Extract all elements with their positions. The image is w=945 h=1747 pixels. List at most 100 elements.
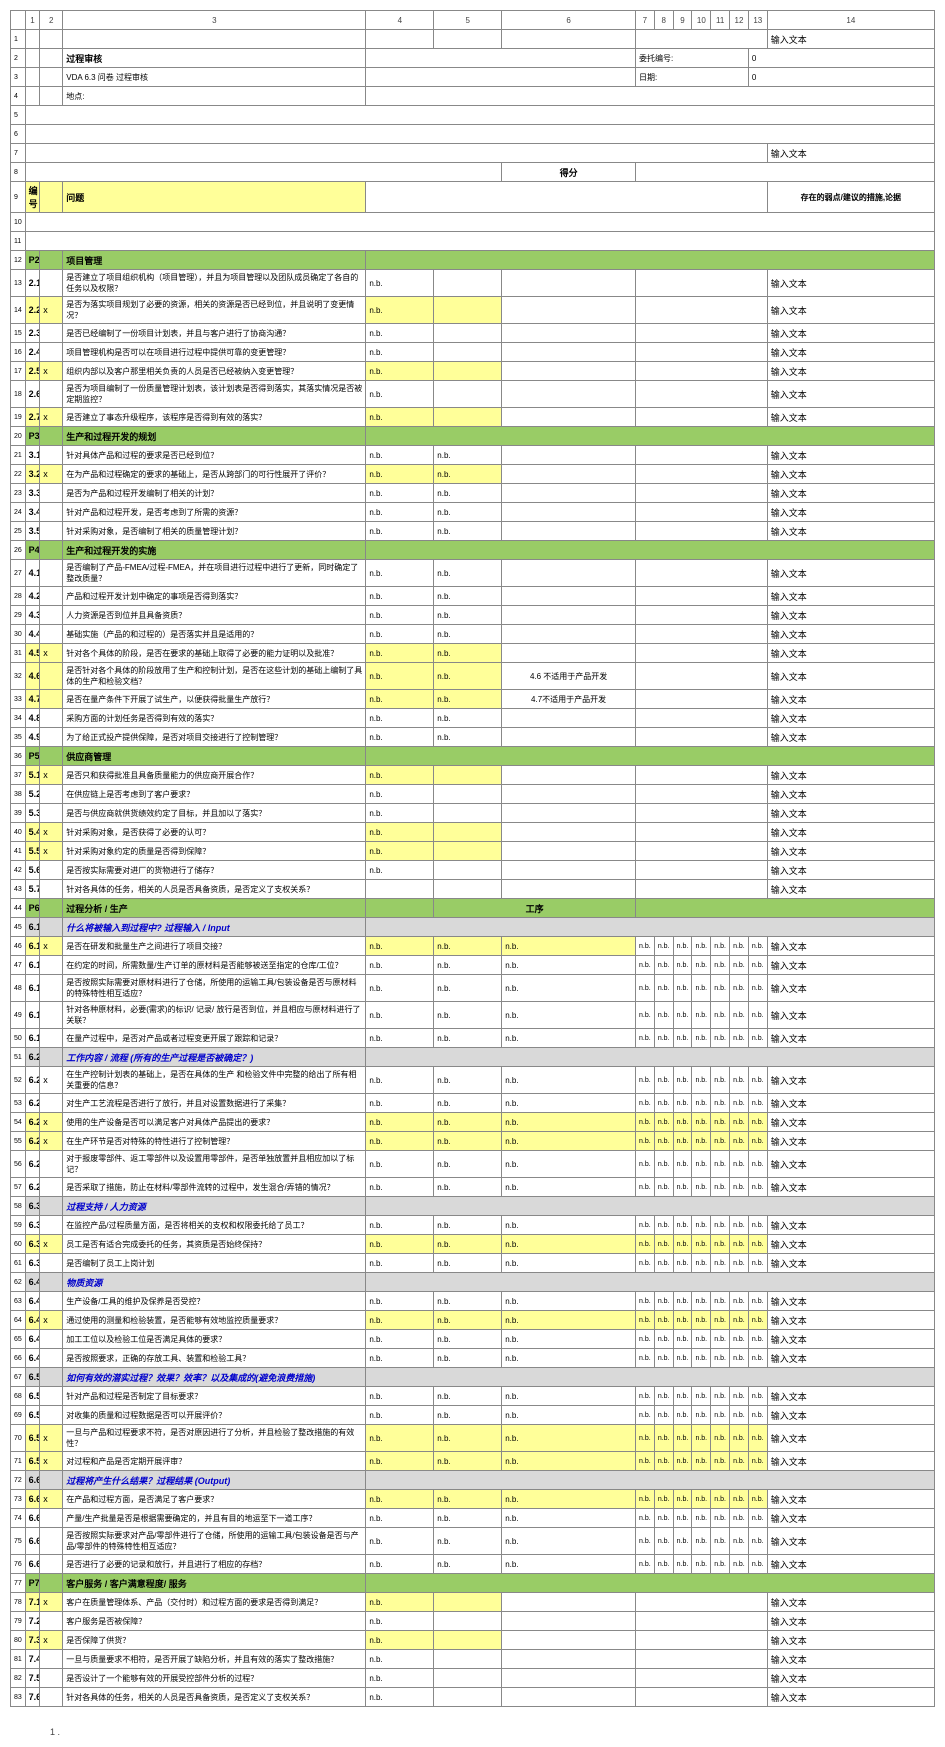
input-cell[interactable]: 输入文本 [767,144,934,163]
input-cell[interactable]: 输入文本 [767,1178,934,1197]
input-cell[interactable]: 输入文本 [767,1235,934,1254]
input-cell[interactable]: 输入文本 [767,1593,934,1612]
input-cell[interactable]: 输入文本 [767,1612,934,1631]
input-cell[interactable]: 输入文本 [767,804,934,823]
input-cell[interactable]: 输入文本 [767,937,934,956]
input-cell[interactable]: 输入文本 [767,1555,934,1574]
input-cell[interactable]: 输入文本 [767,270,934,297]
input-cell[interactable]: 输入文本 [767,1292,934,1311]
input-cell[interactable]: 输入文本 [767,1029,934,1048]
question-text: 通过使用的测量和检验装置，是否能够有效地监控质量要求？ [63,1311,366,1330]
question-code: 3.1 [25,446,40,465]
question-text: 产品和过程开发计划中确定的事项是否得到落实？ [63,587,366,606]
input-cell[interactable]: 输入文本 [767,1490,934,1509]
input-cell[interactable]: 输入文本 [767,663,934,690]
audit-table: 12345678910111213141输入文本2过程审核委托编号:03VDA … [10,10,935,1707]
question-code: 6.3.2 [25,1235,40,1254]
input-cell[interactable]: 输入文本 [767,766,934,785]
input-cell[interactable]: 输入文本 [767,1669,934,1688]
input-cell[interactable]: 输入文本 [767,880,934,899]
question-text: 在产品和过程方面，是否满足了客户要求？ [63,1490,366,1509]
question-text: 是否建立了项目组织机构（项目管理），并且为项目管理以及团队成员确定了各自的任务以… [63,270,366,297]
question-code: 4.6 [25,663,40,690]
question-text: 是否在量产条件下开展了试生产，以便获得批量生产放行？ [63,690,366,709]
input-cell[interactable]: 输入文本 [767,1688,934,1707]
input-cell[interactable]: 输入文本 [767,956,934,975]
question-code: 5.3 [25,804,40,823]
question-code: 7.5 [25,1669,40,1688]
question-text: 是否建立了事态升级程序，该程序是否得到有效的落实？ [63,408,366,427]
input-cell[interactable]: 输入文本 [767,1425,934,1452]
input-cell[interactable]: 输入文本 [767,297,934,324]
note-text: 4.7不适用于产品开发 [502,690,636,709]
question-code: 6.4.2 [25,1311,40,1330]
input-cell[interactable]: 输入文本 [767,587,934,606]
doc-subtitle: VDA 6.3 问卷 过程审核 [63,68,366,87]
question-code: 6.4.4 [25,1349,40,1368]
question-code: 7.6 [25,1688,40,1707]
subsection-title: 什么将被输入到过程中? 过程输入 / Input [63,918,366,937]
input-cell[interactable]: 输入文本 [767,381,934,408]
input-cell[interactable]: 输入文本 [767,1650,934,1669]
question-code: 2.2 [25,297,40,324]
input-cell[interactable]: 输入文本 [767,522,934,541]
input-cell[interactable]: 输入文本 [767,1311,934,1330]
input-cell[interactable]: 输入文本 [767,1349,934,1368]
input-cell[interactable]: 输入文本 [767,1452,934,1471]
question-code: 3.2 [25,465,40,484]
input-cell[interactable]: 输入文本 [767,1132,934,1151]
input-cell[interactable]: 输入文本 [767,1387,934,1406]
input-cell[interactable]: 输入文本 [767,343,934,362]
input-cell[interactable]: 输入文本 [767,324,934,343]
subsection-title: 工作内容 / 流程 (所有的生产过程是否被确定？) [63,1048,366,1067]
input-cell[interactable]: 输入文本 [767,1094,934,1113]
input-cell[interactable]: 输入文本 [767,362,934,381]
input-cell[interactable]: 输入文本 [767,1528,934,1555]
input-cell[interactable]: 输入文本 [767,1254,934,1273]
input-cell[interactable]: 输入文本 [767,503,934,522]
input-cell[interactable]: 输入文本 [767,1002,934,1029]
input-cell[interactable]: 输入文本 [767,1330,934,1349]
question-code: 6.1.2 [25,956,40,975]
question-code: 2.1 [25,270,40,297]
input-cell[interactable]: 输入文本 [767,975,934,1002]
input-cell[interactable]: 输入文本 [767,728,934,747]
input-cell[interactable]: 输入文本 [767,1406,934,1425]
input-cell[interactable]: 输入文本 [767,465,934,484]
input-cell[interactable]: 输入文本 [767,560,934,587]
input-cell[interactable]: 输入文本 [767,842,934,861]
input-cell[interactable]: 输入文本 [767,1216,934,1235]
subsection-title: 过程支持 / 人力资源 [63,1197,366,1216]
question-text: 在供应链上是否考虑到了客户要求？ [63,785,366,804]
input-cell[interactable]: 输入文本 [767,709,934,728]
input-cell[interactable]: 输入文本 [767,30,934,49]
input-cell[interactable]: 输入文本 [767,861,934,880]
input-cell[interactable]: 输入文本 [767,785,934,804]
input-cell[interactable]: 输入文本 [767,408,934,427]
question-text: 是否为项目编制了一份质量管理计划表，该计划表是否得到落实，其落实情况是否被定期监… [63,381,366,408]
input-cell[interactable]: 输入文本 [767,1631,934,1650]
question-text: 是否已经编制了一份项目计划表，并且与客户进行了协商沟通？ [63,324,366,343]
input-cell[interactable]: 输入文本 [767,606,934,625]
question-code: 6.2.2 [25,1094,40,1113]
question-text: 针对各具体的任务，相关的人员是否具备资质，是否定义了支权关系？ [63,880,366,899]
question-text: 加工工位以及检验工位是否满足具体的要求？ [63,1330,366,1349]
input-cell[interactable]: 输入文本 [767,644,934,663]
question-code: 4.3 [25,606,40,625]
input-cell[interactable]: 输入文本 [767,1067,934,1094]
input-cell[interactable]: 输入文本 [767,484,934,503]
input-cell[interactable]: 输入文本 [767,1113,934,1132]
question-code: 7.2 [25,1612,40,1631]
question-code: 6.6.3 [25,1528,40,1555]
input-cell[interactable]: 输入文本 [767,625,934,644]
question-text: 针对具体产品和过程的要求是否已经到位？ [63,446,366,465]
input-cell[interactable]: 输入文本 [767,823,934,842]
question-text: 是否针对各个具体的阶段放用了生产和控制计划，是否在这些计划的基础上编制了具体的生… [63,663,366,690]
question-code: 4.4 [25,625,40,644]
input-cell[interactable]: 输入文本 [767,1509,934,1528]
input-cell[interactable]: 输入文本 [767,446,934,465]
question-code: 6.2.3 [25,1113,40,1132]
input-cell[interactable]: 输入文本 [767,690,934,709]
input-cell[interactable]: 输入文本 [767,1151,934,1178]
question-text: 为了给正式投产提供保障，是否对项目交接进行了控制管理？ [63,728,366,747]
